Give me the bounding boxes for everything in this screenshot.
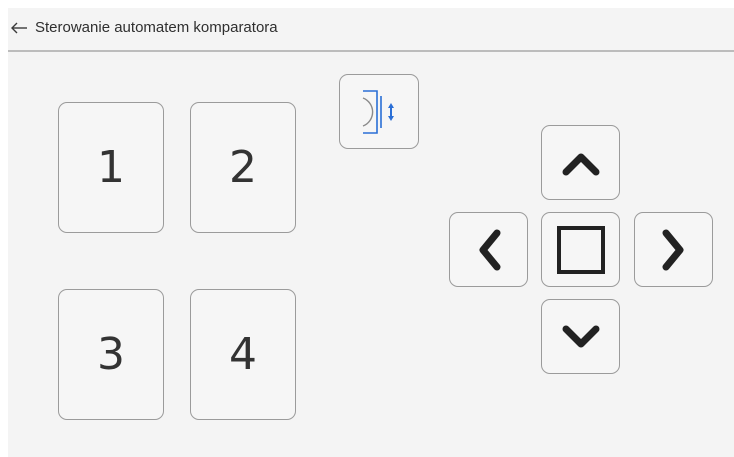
position-label: 1 (97, 142, 125, 193)
position-label: 3 (97, 329, 125, 380)
comparator-control-screen: Sterowanie automatem komparatora 1 2 3 4 (8, 8, 734, 457)
right-button[interactable] (634, 212, 713, 287)
position-label: 4 (229, 329, 257, 380)
up-button[interactable] (541, 125, 620, 200)
chevron-right-icon (662, 229, 683, 270)
chevron-left-icon (479, 229, 500, 270)
position-label: 2 (229, 142, 257, 193)
position-2-button[interactable]: 2 (190, 102, 296, 233)
chevron-down-icon (562, 325, 599, 347)
center-button[interactable] (541, 212, 620, 287)
comparator-lift-icon (362, 89, 394, 134)
chevron-up-icon (562, 153, 599, 175)
down-button[interactable] (541, 299, 620, 374)
position-1-button[interactable]: 1 (58, 102, 164, 233)
header-bar: Sterowanie automatem komparatora (8, 8, 734, 52)
left-button[interactable] (449, 212, 528, 287)
position-3-button[interactable]: 3 (58, 289, 164, 420)
square-stop-icon (556, 225, 605, 274)
lift-button[interactable] (339, 74, 419, 149)
position-4-button[interactable]: 4 (190, 289, 296, 420)
arrow-left-icon[interactable] (10, 19, 28, 37)
page-title: Sterowanie automatem komparatora (35, 19, 278, 36)
